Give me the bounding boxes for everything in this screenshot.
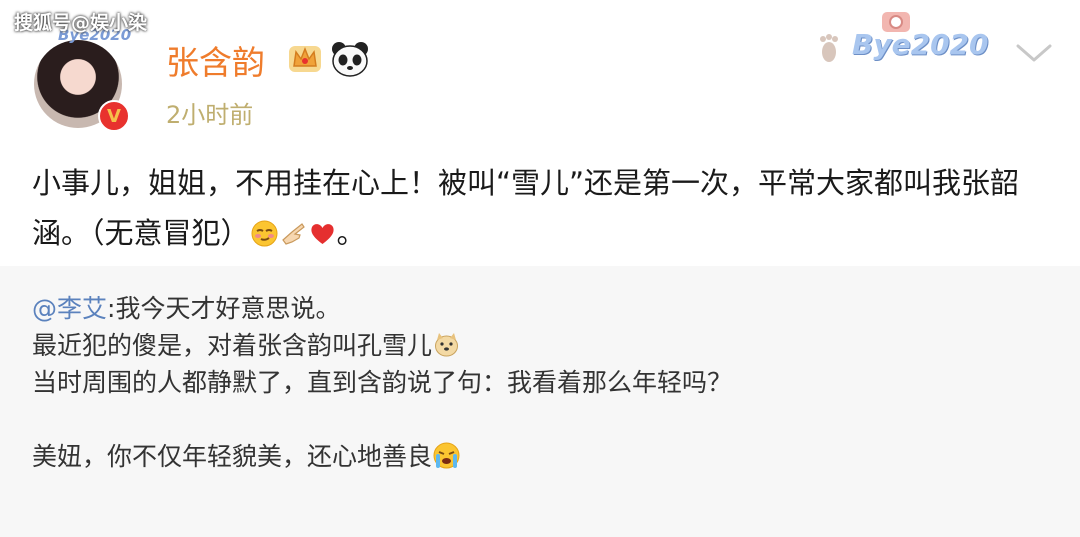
verified-badge-icon: V: [98, 100, 130, 132]
footprint-icon: [820, 34, 838, 62]
card-decoration: Bye2020: [814, 6, 1004, 76]
pointing-hand-emoji: [281, 223, 305, 245]
avatar[interactable]: Bye2020 V: [34, 26, 134, 132]
chevron-down-icon[interactable]: [1014, 40, 1054, 66]
post-text-main: 小事儿，姐姐，不用挂在心上！被叫“雪儿”还是第一次，平常大家都叫我张韶涵。（无意…: [32, 166, 1020, 250]
post-time: 2小时前: [166, 101, 254, 129]
card-decoration-text: Bye2020: [852, 28, 989, 61]
crying-face-emoji: [433, 442, 460, 469]
watermark: 搜狐号@娱小染: [14, 12, 148, 34]
repost-text: @李艾:我今天才好意思说。 最近犯的傻是，对着张含韵叫孔雪儿 当时周围的人都静默…: [32, 290, 1052, 475]
panda-icon: [332, 42, 368, 77]
post-text: 小事儿，姐姐，不用挂在心上！被叫“雪儿”还是第一次，平常大家都叫我张韶涵。（无意…: [32, 158, 1052, 258]
repost-line: 当时周围的人都静默了，直到含韵说了句：我看着那么年轻吗？: [32, 364, 1052, 401]
repost-line: 美妞，你不仅年轻貌美，还心地善良: [32, 438, 1052, 475]
repost-line-text: 最近犯的傻是，对着张含韵叫孔雪儿: [32, 331, 433, 360]
repost-line: 最近犯的傻是，对着张含韵叫孔雪儿: [32, 327, 1052, 364]
crown-icon: [289, 46, 321, 72]
repost-line: @李艾:我今天才好意思说。: [32, 290, 1052, 327]
smirk-face-emoji: [251, 220, 278, 247]
repost-line-text: 当时周围的人都静默了，直到含韵说了句：我看着那么年轻吗？: [32, 368, 733, 397]
repost-line-text: :我今天才好意思说。: [107, 294, 341, 323]
repost-line-text: 美妞，你不仅年轻貌美，还心地善良: [32, 442, 433, 471]
author-name[interactable]: 张含韵: [166, 36, 265, 84]
mention-link[interactable]: @李艾: [32, 294, 107, 323]
repost-card[interactable]: @李艾:我今天才好意思说。 最近犯的傻是，对着张含韵叫孔雪儿 当时周围的人都静默…: [0, 266, 1080, 537]
red-heart-emoji: [310, 224, 334, 244]
doge-emoji: [435, 333, 459, 357]
post-text-end: 。: [336, 216, 366, 250]
